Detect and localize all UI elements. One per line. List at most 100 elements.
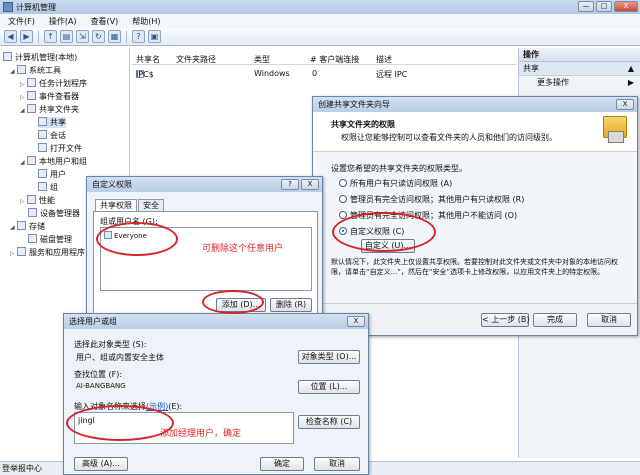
maximize-button[interactable]: □ [596, 1, 612, 12]
tree-item-root[interactable]: 计算机管理(本地) [3, 52, 77, 63]
radio-all-read-only[interactable]: 所有用户有只读访问权限 (A) [339, 178, 452, 189]
advanced-button[interactable]: 高级 (A)... [74, 457, 128, 471]
show-hide-tree-icon[interactable]: ▤ [60, 30, 73, 43]
tree-item-open-files[interactable]: 打开文件 [38, 143, 82, 154]
tree-item-shared-folders[interactable]: ◢ 共享文件夹 [20, 104, 79, 115]
clients-cell: 0 [312, 69, 318, 78]
wizard-head-title: 共享文件夹的权限 [331, 120, 395, 129]
menu-action[interactable]: 操作(A) [49, 16, 77, 27]
tree-item-services-apps[interactable]: ▷ 服务和应用程序 [10, 247, 85, 258]
finish-button[interactable]: 完成 [533, 313, 577, 327]
wizard-title-bar: 创建共享文件夹向导 X [313, 97, 637, 112]
cancel-button[interactable]: 取消 [587, 313, 631, 327]
window-title: 计算机管理 [16, 3, 56, 12]
column-type[interactable]: 类型 [254, 54, 270, 65]
help-topic-icon[interactable]: ▣ [148, 30, 161, 43]
tree-item-storage[interactable]: ◢ 存储 [10, 221, 45, 232]
up-icon[interactable]: ↑ [44, 30, 57, 43]
tree-item-users[interactable]: 用户 [38, 169, 66, 180]
radio-admin-full-others-read[interactable]: 管理员有完全访问权限；其他用户有只读权限 (R) [339, 194, 524, 205]
minimize-button[interactable]: — [578, 1, 594, 12]
back-icon[interactable]: ◀ [4, 30, 17, 43]
column-folder-path[interactable]: 文件夹路径 [176, 54, 216, 65]
collapse-icon[interactable]: ▲ [628, 62, 634, 76]
remove-button[interactable]: 删除 (R) [270, 298, 312, 312]
wizard-info-text: 默认情况下，此文件夹上仅设置共享权限。若要控制对此文件夹或文件夹中对象的本地访问… [331, 258, 618, 276]
select-title-bar: 选择用户或组 X [64, 314, 368, 329]
actions-section-shares[interactable]: 共享 ▲ [519, 62, 640, 76]
annotation-circle-add [202, 290, 264, 314]
object-types-button[interactable]: 对象类型 (O)... [298, 350, 360, 364]
folder-icon [38, 169, 47, 178]
annotation-note-remove: 可删除这个任意用户 [202, 244, 284, 254]
tree-item-performance[interactable]: ▷ 性能 [20, 195, 55, 206]
computer-management-icon [3, 2, 13, 12]
event-viewer-icon [27, 91, 36, 100]
perm-tabs: 共享权限 安全 [95, 199, 164, 212]
radio-icon [339, 195, 347, 203]
description-cell: 远程 IPC [376, 70, 408, 79]
check-names-button[interactable]: 检查名称 (C) [298, 415, 360, 429]
table-row[interactable]: IPC$ Windows 0 远程 IPC [132, 68, 516, 80]
close-button[interactable]: X [614, 1, 638, 12]
select-close-button[interactable]: X [347, 316, 365, 327]
tree-item-sessions[interactable]: 会话 [38, 130, 66, 141]
list-header: 共享名 文件夹路径 类型 # 客户端连接 描述 [132, 52, 516, 65]
locations-button[interactable]: 位置 (L)... [298, 380, 360, 394]
title-bar: 计算机管理 — □ X [0, 0, 640, 14]
back-button[interactable]: < 上一步 (B) [481, 313, 530, 327]
services-icon [17, 247, 26, 256]
tree-item-disk-management[interactable]: 磁盘管理 [28, 234, 72, 245]
type-cell: Windows [254, 69, 290, 78]
tree-item-system-tools[interactable]: ◢ 系统工具 [10, 65, 61, 76]
annotation-note-add-manager: 添加经理用户，确定 [160, 429, 242, 439]
forward-icon[interactable]: ▶ [20, 30, 33, 43]
tree-item-local-users-groups[interactable]: ◢ 本地用户和组 [20, 156, 87, 167]
tab-security[interactable]: 安全 [138, 199, 164, 211]
properties-icon[interactable]: ▦ [108, 30, 121, 43]
tree-item-device-manager[interactable]: 设备管理器 [28, 208, 80, 219]
permission-prompt: 设置您希望的共享文件夹的权限类型。 [331, 164, 467, 173]
menu-view[interactable]: 查看(V) [91, 16, 119, 27]
folder-icon [38, 117, 47, 126]
computer-icon [3, 52, 12, 61]
column-description[interactable]: 描述 [376, 54, 392, 65]
disk-icon [28, 234, 37, 243]
export-icon[interactable]: ⇲ [76, 30, 89, 43]
users-icon [27, 156, 36, 165]
tree-item-event-viewer[interactable]: ▷ 事件查看器 [20, 91, 79, 102]
wizard-head-desc: 权限让您能够控制可以查看文件夹的人员和他们的访问级别。 [341, 133, 557, 142]
wizard-close-button[interactable]: X [616, 99, 634, 110]
tree-item-task-scheduler[interactable]: ▷ 任务计划程序 [20, 78, 87, 89]
menu-bar: 文件(F) 操作(A) 查看(V) 帮助(H) [0, 14, 640, 28]
shared-folder-icon [603, 116, 627, 143]
column-share-name[interactable]: 共享名 [136, 54, 160, 65]
wizard-header: 共享文件夹的权限 权限让您能够控制可以查看文件夹的人员和他们的访问级别。 [313, 112, 637, 152]
annotation-circle-custom [332, 212, 436, 252]
select-cancel-button[interactable]: 取消 [314, 457, 360, 471]
perm-close-button[interactable]: X [301, 179, 319, 190]
menu-help[interactable]: 帮助(H) [132, 16, 160, 27]
help-icon[interactable]: ? [132, 30, 145, 43]
folder-icon [38, 182, 47, 191]
sessions-icon [38, 130, 47, 139]
tree-item-shares[interactable]: 共享 [38, 117, 66, 128]
tree-item-groups[interactable]: 组 [38, 182, 58, 193]
perm-title-bar: 自定义权限 ? X [87, 177, 322, 192]
select-title: 选择用户或组 [69, 317, 117, 326]
object-type-label: 选择此对象类型 (S): [74, 340, 147, 349]
annotation-circle-names [66, 405, 174, 441]
more-actions[interactable]: 更多操作 ▶ [519, 76, 640, 89]
menu-file[interactable]: 文件(F) [8, 16, 35, 27]
refresh-icon[interactable]: ↻ [92, 30, 105, 43]
annotation-circle-everyone [96, 222, 178, 256]
ok-button[interactable]: 确定 [260, 457, 304, 471]
help-button[interactable]: ? [281, 179, 299, 190]
column-client-connections[interactable]: # 客户端连接 [310, 54, 359, 65]
object-type-value: 用户、组或内置安全主体 [76, 353, 164, 362]
actions-header: 操作 [519, 48, 640, 62]
select-users-dialog: 选择用户或组 X 选择此对象类型 (S): 用户、组或内置安全主体 对象类型 (… [63, 313, 369, 475]
clock-icon [27, 78, 36, 87]
location-value: AI-BANGBANG [76, 382, 126, 390]
device-manager-icon [28, 208, 37, 217]
